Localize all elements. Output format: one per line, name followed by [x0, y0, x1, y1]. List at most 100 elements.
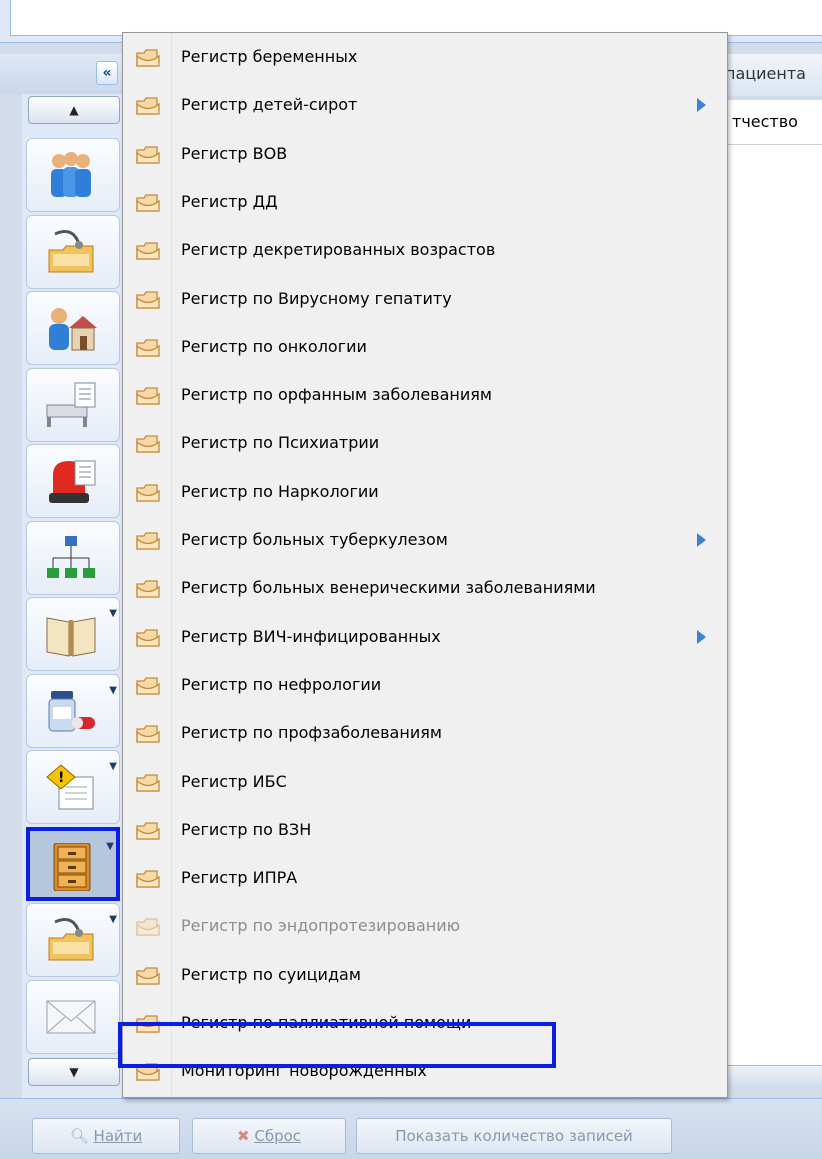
menu-item[interactable]: Регистр по онкологии: [123, 325, 727, 373]
registry-folder-icon: [135, 289, 161, 311]
dropdown-arrow-icon[interactable]: ▼: [109, 685, 117, 696]
menu-item[interactable]: Регистр ИБС: [123, 760, 727, 808]
menu-item[interactable]: Регистр по профзаболеваниям: [123, 711, 727, 759]
dropdown-arrow-icon[interactable]: ▼: [109, 761, 117, 772]
menu-item-label: Регистр по онкологии: [181, 336, 367, 356]
menu-item[interactable]: Регистр ИПРА: [123, 856, 727, 904]
toolbar-button[interactable]: [26, 138, 120, 212]
registry-folder-icon: [135, 627, 161, 649]
registry-folder-icon: [135, 385, 161, 407]
home-visit-icon: [45, 304, 97, 352]
toolbar-button[interactable]: ! ▼: [26, 750, 120, 824]
registry-folder-icon: [135, 675, 161, 697]
registry-folder-icon: [135, 240, 161, 262]
menu-item: Регистр по эндопротезированию: [123, 904, 727, 952]
warning-document-icon: !: [45, 763, 97, 811]
show-record-count-button[interactable]: Показать количество записей: [356, 1118, 672, 1154]
registry-folder-icon: [135, 820, 161, 842]
structure-tree-icon: [45, 534, 97, 582]
menu-item-label: Регистр ВИЧ-инфицированных: [181, 626, 441, 646]
toolbar-button[interactable]: [26, 291, 120, 365]
menu-item-label: Регистр ИПРА: [181, 868, 298, 888]
toolbar-button[interactable]: ▼: [26, 673, 120, 748]
stethoscope-folder-icon: [45, 228, 97, 276]
submenu-arrow-icon: [697, 629, 706, 644]
registry-folder-icon: [135, 916, 161, 938]
registry-folder-icon: [135, 95, 161, 117]
toolbar-button[interactable]: [26, 444, 120, 518]
menu-item[interactable]: Регистр по орфанным заболеваниям: [123, 373, 727, 421]
registry-folder-icon: [135, 47, 161, 69]
dropdown-arrow-icon[interactable]: ▼: [106, 841, 114, 852]
menu-item-label: Регистр по Наркологии: [181, 481, 379, 501]
toolbar-button[interactable]: [26, 214, 120, 289]
dropdown-arrow-icon[interactable]: ▼: [109, 914, 117, 925]
registry-folder-icon: [135, 578, 161, 600]
registry-folder-icon: [135, 337, 161, 359]
collapse-panel-button[interactable]: «: [96, 61, 118, 85]
registry-folder-icon: [135, 144, 161, 166]
registry-folder-icon: [135, 433, 161, 455]
menu-item-label: Регистр по Вирусному гепатиту: [181, 288, 452, 308]
menu-item[interactable]: Регистр детей-сирот: [123, 83, 727, 131]
menu-item[interactable]: Регистр беременных: [123, 35, 727, 83]
menu-item[interactable]: Регистр декретированных возрастов: [123, 228, 727, 276]
toolbar-button[interactable]: [26, 520, 120, 595]
menu-item-label: Регистр по суицидам: [181, 964, 361, 984]
registry-folder-icon: [135, 482, 161, 504]
menu-item[interactable]: Регистр по суицидам: [123, 953, 727, 1001]
menu-item-label: Регистр беременных: [181, 47, 358, 66]
dropdown-arrow-icon[interactable]: ▼: [109, 608, 117, 619]
toolbar-button[interactable]: ▼: [26, 826, 120, 901]
show-record-count-label: Показать количество записей: [395, 1127, 633, 1145]
toolbar-button[interactable]: ▼: [26, 597, 120, 671]
reset-button[interactable]: ✖ Сброс: [192, 1118, 346, 1154]
menu-item[interactable]: Регистр по Психиатрии: [123, 421, 727, 469]
menu-item[interactable]: Регистр больных венерическими заболевани…: [123, 566, 727, 614]
reset-search-icon: ✖: [236, 1127, 250, 1145]
medicine-pills-icon: [45, 687, 97, 735]
toolbar-button[interactable]: [26, 979, 120, 1054]
submenu-arrow-icon: [697, 98, 706, 113]
toolbar-button[interactable]: ▼: [26, 903, 120, 977]
stethoscope-folder-icon: [45, 916, 97, 964]
reset-button-label: Сброс: [254, 1127, 302, 1145]
find-button-label: Найти: [93, 1127, 143, 1145]
menu-item[interactable]: Регистр по Вирусному гепатиту: [123, 277, 727, 325]
envelope-icon: [45, 993, 97, 1041]
highlighted-menu-item-frame: [118, 1022, 556, 1068]
menu-item-label: Регистр по профзаболеваниям: [181, 723, 442, 743]
toolbar-scroll-down-button[interactable]: ▼: [28, 1058, 120, 1086]
menu-item-label: Регистр ИБС: [181, 771, 287, 791]
menu-item-label: Регистр по ВЗН: [181, 819, 312, 839]
toolbar-scroll-up-button[interactable]: ▲: [28, 96, 120, 124]
menu-item[interactable]: Регистр ВИЧ-инфицированных: [123, 615, 727, 663]
menu-item-label: Регистр больных венерическими заболевани…: [181, 578, 596, 598]
patients-group-icon: [45, 151, 97, 199]
menu-item-label: Регистр по нефрологии: [181, 674, 382, 694]
emergency-siren-icon: [45, 457, 97, 505]
registry-folder-icon: [135, 772, 161, 794]
search-icon: 🔍︎: [69, 1127, 89, 1145]
registry-folder-icon: [135, 192, 161, 214]
menu-item[interactable]: Регистр ДД: [123, 180, 727, 228]
svg-text:!: !: [58, 770, 64, 786]
menu-item-label: Регистр по Психиатрии: [181, 433, 380, 453]
menu-item-label: Регистр по орфанным заболеваниям: [181, 385, 492, 405]
toolbar-button[interactable]: [26, 367, 120, 442]
hospital-bed-icon: [45, 381, 97, 429]
menu-item-label: Регистр больных туберкулезом: [181, 530, 448, 549]
find-button[interactable]: 🔍︎ Найти: [32, 1118, 180, 1154]
menu-item[interactable]: Регистр больных туберкулезом: [123, 518, 727, 566]
registry-dropdown-menu: Регистр беременных Регистр детей-сирот Рег…: [122, 32, 728, 1098]
registry-folder-icon: [135, 965, 161, 987]
menu-item[interactable]: Регистр по Наркологии: [123, 470, 727, 518]
menu-item-label: Регистр декретированных возрастов: [181, 240, 496, 260]
registry-folder-icon: [135, 530, 161, 552]
menu-item[interactable]: Регистр по нефрологии: [123, 663, 727, 711]
menu-item[interactable]: Регистр по ВЗН: [123, 808, 727, 856]
menu-item-label: Регистр ДД: [181, 191, 278, 211]
registry-folder-icon: [135, 868, 161, 890]
menu-item[interactable]: Регистр ВОВ: [123, 132, 727, 180]
menu-item-label: Регистр по эндопротезированию: [181, 916, 461, 936]
